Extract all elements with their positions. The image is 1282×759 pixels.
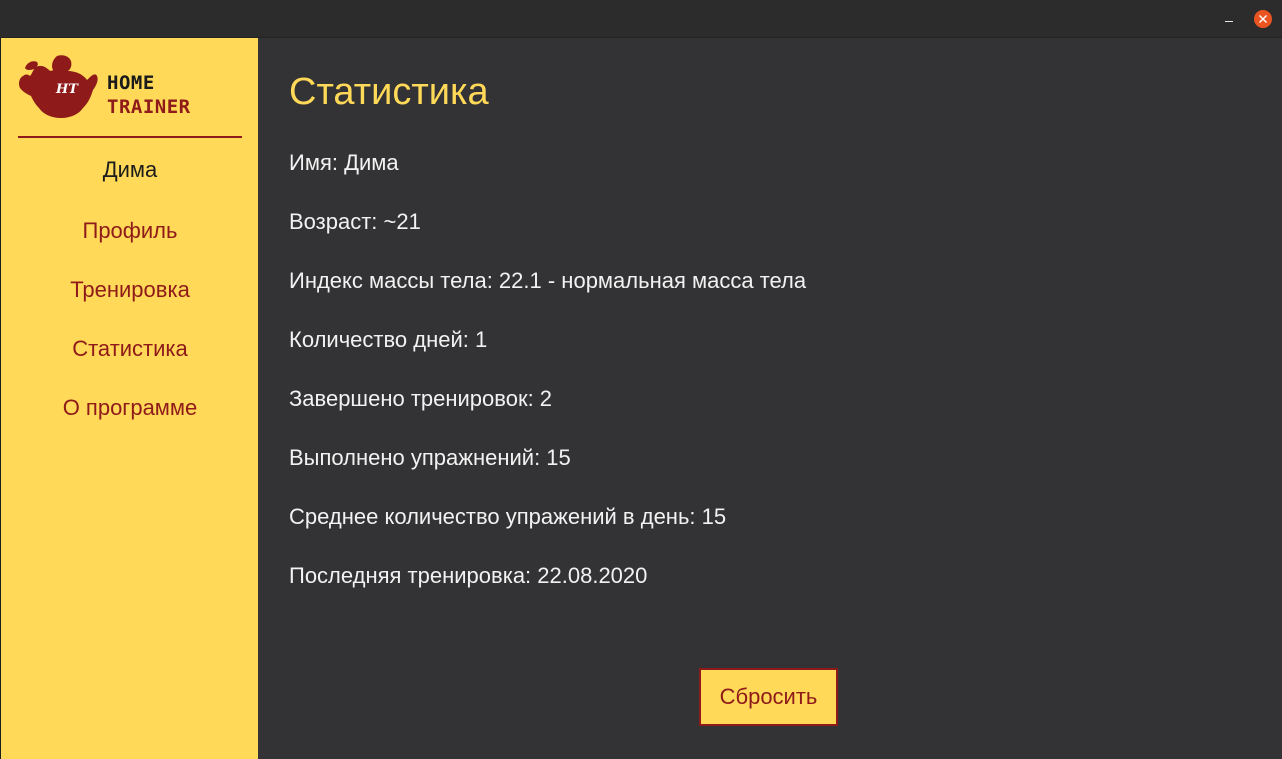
stat-bmi: Индекс массы тела: 22.1 - нормальная мас… (289, 268, 807, 293)
app-logo: HT HOME TRAINER (17, 52, 222, 122)
title-bar (0, 0, 1282, 38)
logo-badge: HT (56, 82, 78, 97)
stat-exercises-done: Выполнено упражнений: 15 (289, 445, 571, 470)
logo-divider (18, 136, 242, 138)
logo-line2: TRAINER (107, 96, 191, 118)
app-window: HT HOME TRAINER Дима Профиль Тренировка … (0, 0, 1282, 759)
stat-avg-exercises: Среднее количество упражений в день: 15 (289, 504, 727, 529)
stat-last-workout: Последняя тренировка: 22.08.2020 (289, 563, 648, 588)
stat-days: Количество дней: 1 (289, 327, 488, 352)
stat-age: Возраст: ~21 (289, 209, 421, 234)
close-button[interactable] (1254, 10, 1272, 28)
logo-wordmark: HOME TRAINER (107, 71, 191, 119)
sidebar-item-profile[interactable]: Профиль (1, 218, 259, 244)
logo-line1: HOME (107, 72, 155, 94)
page-title: Статистика (289, 71, 489, 113)
stat-name: Имя: Дима (289, 150, 399, 175)
sidebar: HT HOME TRAINER Дима Профиль Тренировка … (0, 38, 258, 759)
minimize-icon (1225, 21, 1233, 22)
minimize-button[interactable] (1221, 10, 1237, 28)
reset-button[interactable]: Сбросить (699, 668, 838, 726)
sidebar-user-name: Дима (102, 157, 158, 182)
close-icon (1259, 15, 1267, 23)
sidebar-item-training[interactable]: Тренировка (1, 277, 259, 303)
sidebar-item-statistics[interactable]: Статистика (1, 336, 259, 362)
stat-workouts-completed: Завершено тренировок: 2 (289, 386, 553, 411)
main-content: Статистика Имя: Дима Возраст: ~21 Индекс… (258, 38, 1282, 759)
sidebar-item-about[interactable]: О программе (1, 395, 259, 421)
